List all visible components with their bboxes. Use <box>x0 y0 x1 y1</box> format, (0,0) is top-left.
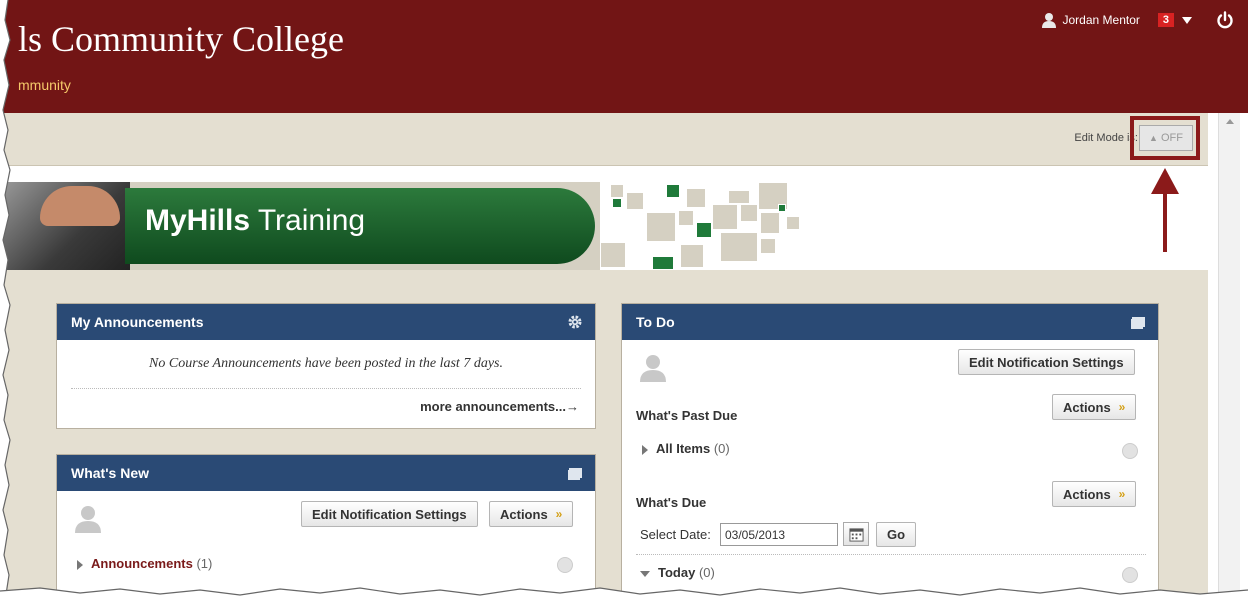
date-input[interactable] <box>720 523 838 546</box>
edit-notification-settings-button[interactable]: Edit Notification Settings <box>301 501 478 527</box>
to-do-module: To Do Edit Notification Settings What's … <box>621 303 1159 601</box>
whats-due-title: What's Due <box>636 495 707 510</box>
edit-mode-label: Edit Mode is: <box>1074 132 1138 144</box>
torn-edge-bottom <box>0 587 1248 601</box>
community-tab-link[interactable]: mmunity <box>18 77 71 93</box>
collapse-triangle-icon[interactable] <box>640 570 650 577</box>
window-icon[interactable] <box>567 465 583 481</box>
today-row[interactable]: Today (0) <box>640 565 715 580</box>
scroll-up-arrow-icon[interactable] <box>1226 119 1234 124</box>
button-label: Actions <box>1063 486 1111 502</box>
module-title: What's New <box>71 465 150 481</box>
user-icon <box>1041 13 1056 28</box>
notification-badge[interactable]: 3 <box>1157 13 1174 27</box>
more-announcements-link[interactable]: more announcements...→ <box>420 399 579 414</box>
gear-icon[interactable] <box>567 314 583 330</box>
module-header: What's New <box>57 455 595 491</box>
item-options-icon[interactable] <box>1122 567 1138 583</box>
annotation-arrow-shaft <box>1163 190 1167 252</box>
power-logout-icon[interactable] <box>1216 11 1234 29</box>
module-header: My Announcements <box>57 304 595 340</box>
button-label: Edit Notification Settings <box>969 354 1124 370</box>
all-items-label[interactable]: All Items <box>656 441 710 456</box>
module-title: My Announcements <box>71 314 204 330</box>
actions-button[interactable]: Actions » <box>489 501 574 527</box>
whats-due-actions-button[interactable]: Actions » <box>1052 481 1137 507</box>
list-item[interactable]: Announcements (1) <box>77 556 212 571</box>
torn-edge-left <box>0 0 11 601</box>
user-menu-chevron-down-icon[interactable] <box>1182 16 1192 24</box>
item-options-icon[interactable] <box>557 557 573 573</box>
calendar-icon[interactable] <box>843 522 869 546</box>
college-name: ls Community College <box>18 19 345 59</box>
banner-image: MyHills Training <box>0 182 600 270</box>
empty-message: No Course Announcements have been posted… <box>149 356 503 371</box>
edit-notification-settings-button[interactable]: Edit Notification Settings <box>958 349 1135 375</box>
past-due-title: What's Past Due <box>636 408 738 423</box>
banner-title: MyHills Training <box>145 204 365 238</box>
all-items-count: (0) <box>713 441 730 456</box>
module-title: To Do <box>636 314 675 330</box>
banner-subtitle: Training <box>257 204 366 237</box>
item-options-icon[interactable] <box>1122 443 1138 459</box>
today-count: (0) <box>698 565 715 580</box>
my-announcements-module: My Announcements No Course Announcements… <box>56 303 596 429</box>
item-label[interactable]: Announcements <box>91 556 193 571</box>
avatar <box>75 506 101 533</box>
double-chevron-down-icon: » <box>555 507 563 521</box>
site-header: ls Community College mmunity Jordan Ment… <box>0 0 1248 113</box>
button-label: Actions <box>500 506 548 522</box>
expand-triangle-icon[interactable] <box>642 444 648 455</box>
all-items-row[interactable]: All Items (0) <box>642 441 730 456</box>
divider <box>636 554 1146 555</box>
button-label: Actions <box>1063 399 1111 415</box>
item-count: (1) <box>196 556 213 571</box>
today-label[interactable]: Today <box>658 565 695 580</box>
user-area: Jordan Mentor 3 <box>1041 11 1235 29</box>
window-icon[interactable] <box>1130 314 1146 330</box>
select-date-label: Select Date: <box>640 527 711 542</box>
user-name-link[interactable]: Jordan Mentor <box>1063 13 1140 27</box>
button-label: Go <box>887 527 906 542</box>
banner-tiles <box>600 182 810 270</box>
expand-triangle-icon[interactable] <box>77 559 83 570</box>
edit-mode-toggle[interactable]: ▲ OFF <box>1139 125 1193 151</box>
edit-mode-bar: Edit Mode is: <box>0 113 1208 166</box>
past-due-actions-button[interactable]: Actions » <box>1052 394 1137 420</box>
module-header: To Do <box>622 304 1158 340</box>
double-chevron-down-icon: » <box>1118 400 1126 414</box>
divider <box>71 388 581 389</box>
edit-mode-state: OFF <box>1160 132 1183 144</box>
button-label: Edit Notification Settings <box>312 506 467 522</box>
whats-new-module: What's New Edit Notification Settings Ac… <box>56 454 596 601</box>
go-button[interactable]: Go <box>876 522 917 547</box>
double-chevron-down-icon: » <box>1118 487 1126 501</box>
banner-brand: MyHills <box>145 204 251 237</box>
scrollbar[interactable] <box>1218 113 1240 601</box>
course-banner: MyHills Training <box>0 182 1208 270</box>
avatar <box>640 355 666 382</box>
lock-icon: ▲ <box>1149 133 1158 143</box>
